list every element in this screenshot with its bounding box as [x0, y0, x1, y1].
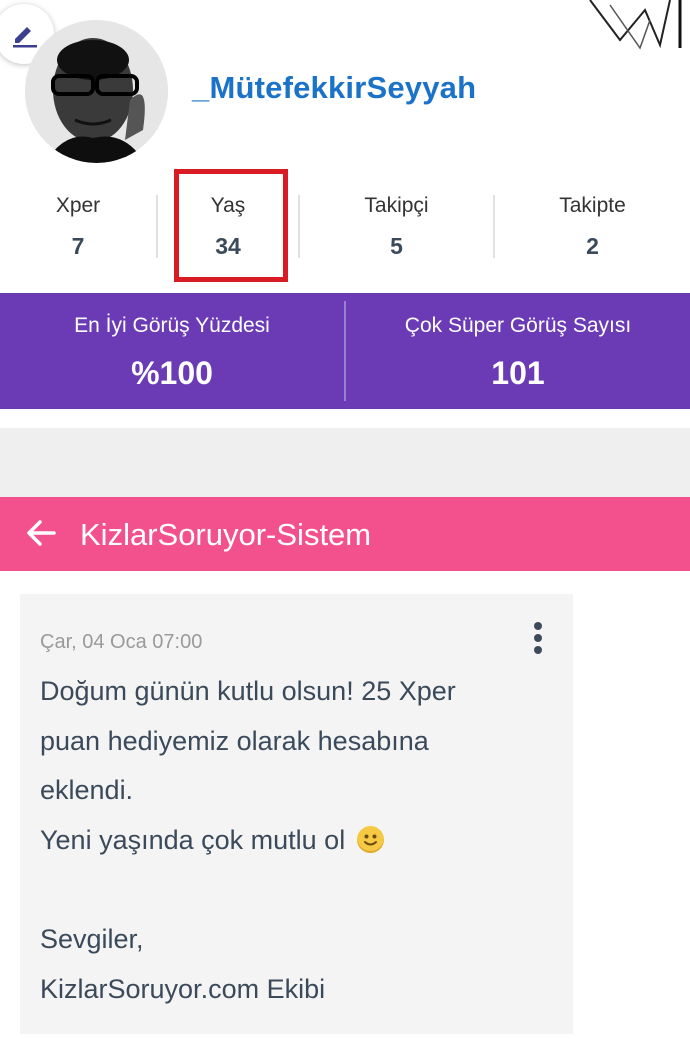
message-line: eklendi.	[40, 775, 134, 806]
stat-label: En İyi Görüş Yüzdesi	[74, 314, 270, 337]
stat-label: Çok Süper Görüş Sayısı	[404, 314, 632, 337]
message-card: Çar, 04 Oca 07:00 Doğum günün kutlu olsu…	[20, 594, 573, 1034]
cover-image	[589, 0, 682, 50]
stat-followers[interactable]: Takipçi 5	[300, 185, 493, 275]
best-opinion-rate[interactable]: En İyi Görüş Yüzdesi %100	[0, 293, 344, 409]
pencil-icon	[13, 27, 37, 48]
message-line: Doğum günün kutlu olsun! 25 Xper	[40, 676, 456, 706]
message-line-with-emoji: Yeni yaşında çok mutlu ol	[40, 816, 560, 866]
avatar[interactable]	[25, 20, 168, 163]
smiley-emoji	[356, 825, 384, 853]
notification-sender-title: KizlarSoruyor-Sistem	[80, 517, 372, 552]
stat-value: 2	[586, 233, 599, 259]
message-body: Doğum günün kutlu olsun! 25 Xper puan he…	[40, 667, 560, 1014]
stat-label: Takipçi	[364, 194, 429, 217]
opinion-stats-band: En İyi Görüş Yüzdesi %100 Çok Süper Görü…	[0, 293, 690, 409]
stat-label: Xper	[55, 194, 101, 217]
stat-label: Takipte	[559, 194, 626, 217]
super-opinion-count[interactable]: Çok Süper Görüş Sayısı 101	[346, 293, 690, 409]
username: _MütefekkirSeyyah	[192, 70, 477, 105]
age-highlight-box	[174, 169, 288, 282]
avatar-portrait	[25, 20, 168, 163]
message-line: Sevgiler,	[40, 923, 144, 954]
section-spacer	[0, 428, 690, 497]
stat-value: 101	[491, 355, 545, 391]
stat-xper[interactable]: Xper 7	[0, 185, 156, 275]
kebab-menu-icon[interactable]	[530, 622, 546, 656]
stat-value: %100	[131, 355, 213, 391]
stat-value: 7	[71, 233, 85, 259]
stat-following[interactable]: Takipte 2	[495, 185, 690, 275]
notification-header: KizlarSoruyor-Sistem	[0, 497, 690, 571]
stat-value: 5	[390, 233, 403, 259]
message-line: Yeni yaşında çok mutlu ol	[40, 824, 346, 855]
message-date: Çar, 04 Oca 07:00	[40, 631, 203, 653]
arrow-left-icon[interactable]	[24, 516, 58, 550]
profile-stats: Xper 7 Yaş 34 Takipçi 5 Takipte 2	[0, 185, 690, 275]
message-line: puan hediyemiz olarak hesabına	[40, 725, 429, 756]
message-line: KizlarSoruyor.com Ekibi	[40, 973, 326, 1004]
message-line	[40, 865, 560, 915]
